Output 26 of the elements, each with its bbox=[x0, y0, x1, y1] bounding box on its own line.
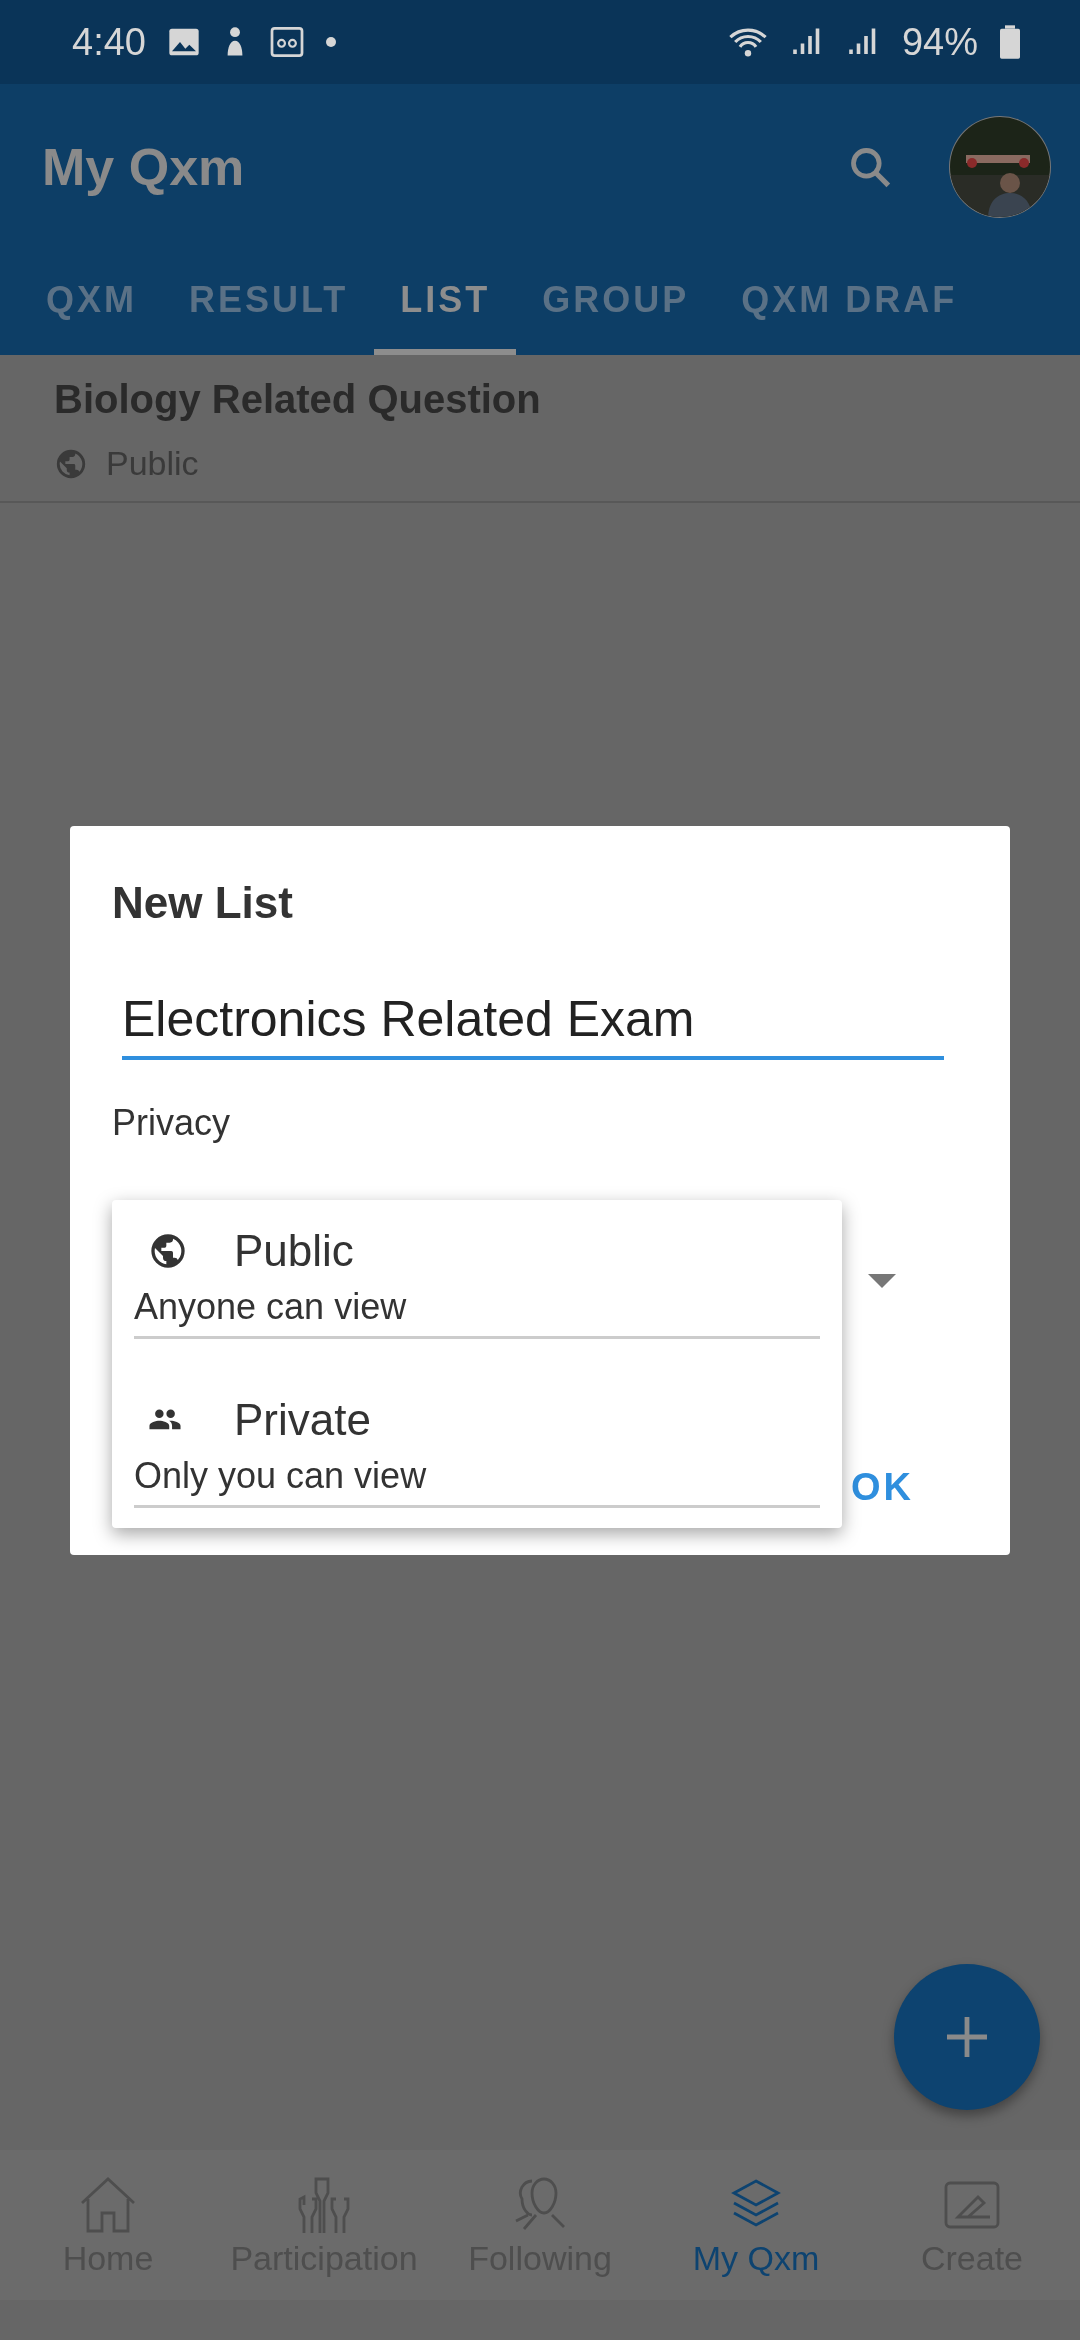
people-icon bbox=[148, 1408, 182, 1432]
menu-option[interactable]: Public Anyone can view bbox=[134, 1210, 820, 1339]
dropdown-caret-icon[interactable] bbox=[868, 1274, 896, 1288]
list-title: Biology Related Question bbox=[54, 377, 542, 422]
battery-percent: 94% bbox=[901, 20, 978, 64]
tab[interactable]: QXM bbox=[0, 250, 163, 355]
tab[interactable]: GROUP bbox=[516, 250, 716, 355]
cassette-icon bbox=[269, 27, 304, 57]
status-time: 4:40 bbox=[72, 20, 146, 64]
battery-icon bbox=[1000, 25, 1020, 59]
list-name-field[interactable]: Electronics Related Exam bbox=[122, 980, 944, 1060]
nav-item[interactable]: My Qxm bbox=[648, 2150, 864, 2300]
plus-icon bbox=[947, 2017, 987, 2057]
search-icon[interactable] bbox=[848, 145, 892, 189]
app-title: My Qxm bbox=[42, 137, 246, 197]
ok-button[interactable]: OK bbox=[839, 1458, 926, 1517]
tab[interactable]: RESULT bbox=[163, 250, 375, 355]
dialog-title: New List bbox=[112, 878, 294, 928]
tab[interactable]: LIST bbox=[374, 250, 517, 355]
dot-icon bbox=[325, 37, 336, 47]
menu-option[interactable]: Private Only you can view bbox=[134, 1379, 820, 1508]
wifi-icon bbox=[727, 26, 768, 58]
image-icon bbox=[167, 27, 200, 57]
globe-icon bbox=[148, 1231, 188, 1271]
tab[interactable]: QXM DRAF bbox=[715, 250, 984, 355]
privacy-label: Privacy bbox=[112, 1102, 232, 1144]
